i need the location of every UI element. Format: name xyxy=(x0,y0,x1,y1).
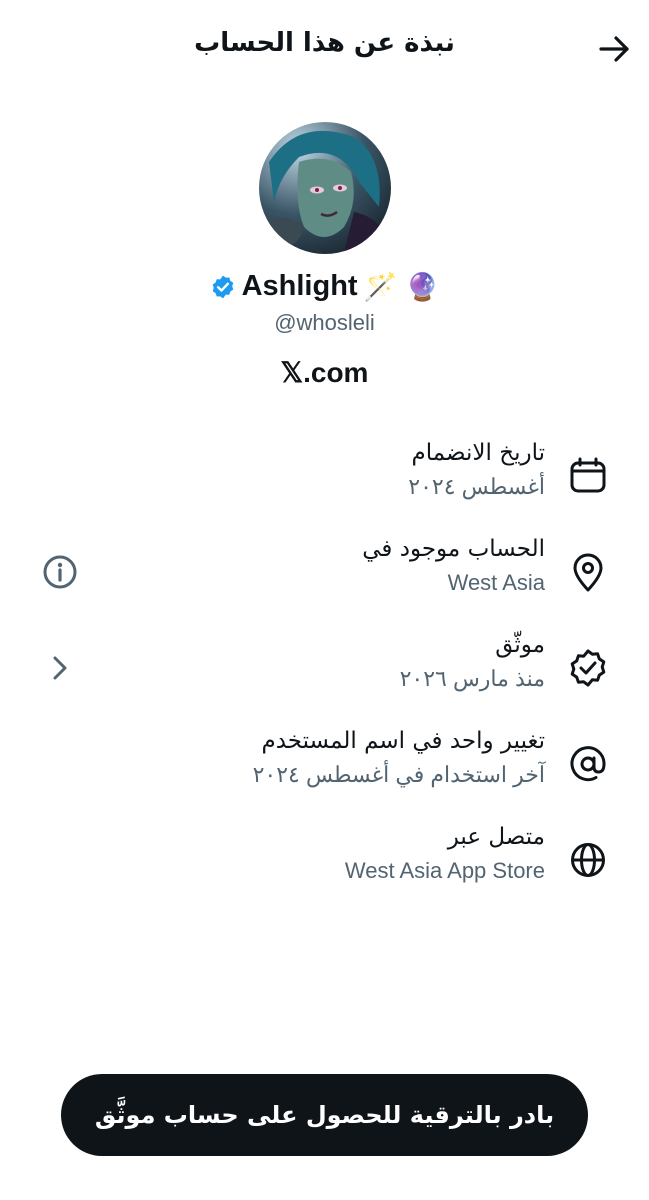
row-username-change: تغيير واحد في اسم المستخدم آخر استخدام ف… xyxy=(0,724,649,814)
upgrade-verified-button[interactable]: بادر بالترقية للحصول على حساب موثَّق xyxy=(61,1074,588,1156)
profile-handle: @whosleli xyxy=(274,310,375,335)
row-title: الحساب موجود في xyxy=(362,536,545,562)
page-title: نبذة عن هذا الحساب xyxy=(194,28,455,58)
profile-name: Ashlight xyxy=(241,270,358,302)
row-join-date: تاريخ الانضمام أغسطس ٢٠٢٤ xyxy=(0,436,649,526)
row-title: متصل عبر xyxy=(447,824,545,850)
row-title: تغيير واحد في اسم المستخدم xyxy=(261,728,545,754)
header: نبذة عن هذا الحساب xyxy=(0,0,649,96)
at-sign-icon xyxy=(570,746,606,782)
profile-name-row: Ashlight 🪄 🔮 xyxy=(0,270,649,303)
back-button[interactable] xyxy=(596,30,634,68)
row-title: تاريخ الانضمام xyxy=(411,440,545,466)
row-subtitle: أغسطس ٢٠٢٤ xyxy=(408,474,545,499)
row-subtitle: West Asia App Store xyxy=(344,858,545,883)
row-location: الحساب موجود في West Asia xyxy=(0,532,649,622)
row-subtitle: آخر استخدام في أغسطس ٢٠٢٤ xyxy=(252,762,545,787)
profile-site[interactable]: 𝕏.com xyxy=(0,356,649,389)
calendar-icon xyxy=(570,457,606,493)
verified-check-icon xyxy=(212,275,233,298)
globe-icon xyxy=(571,843,605,877)
upgrade-button-label: بادر بالترقية للحصول على حساب موثَّق xyxy=(94,1101,555,1129)
row-verified[interactable]: موثّق منذ مارس ٢٠٢٦ xyxy=(0,628,649,718)
avatar[interactable] xyxy=(259,122,391,254)
row-connected-via: متصل عبر West Asia App Store xyxy=(0,820,649,910)
arrow-right-icon xyxy=(599,36,629,62)
row-subtitle: West Asia xyxy=(447,570,545,595)
chevron-right-icon[interactable] xyxy=(40,648,80,688)
verified-badge-icon xyxy=(570,649,606,687)
row-title: موثّق xyxy=(495,632,545,658)
info-icon[interactable] xyxy=(40,552,80,592)
row-subtitle: منذ مارس ٢٠٢٦ xyxy=(399,666,545,691)
profile-emojis: 🪄 🔮 xyxy=(363,271,440,303)
location-pin-icon xyxy=(573,553,603,592)
